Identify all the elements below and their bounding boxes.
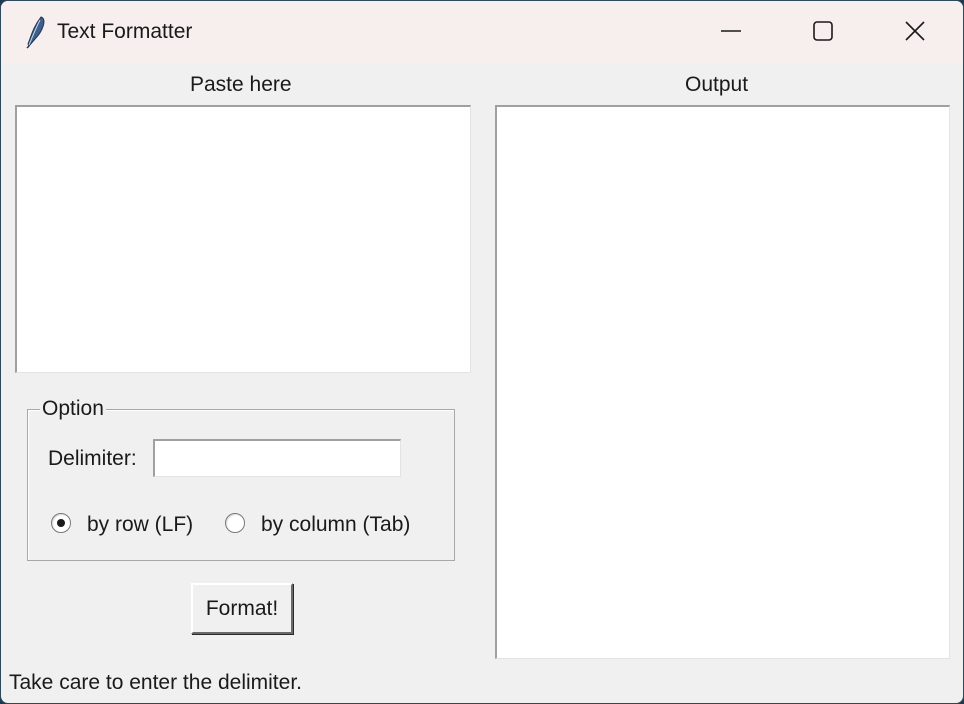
format-button[interactable]: Format! (191, 583, 293, 634)
delimiter-label: Delimiter: (48, 447, 137, 470)
delimiter-input[interactable] (153, 439, 401, 477)
maximize-icon (813, 21, 833, 41)
option-group (27, 409, 455, 561)
app-window: Text Formatter Paste here Output Option … (0, 0, 964, 704)
radio-by-row-label[interactable]: by row (LF) (87, 513, 193, 537)
window-title: Text Formatter (57, 20, 193, 43)
output-label: Output (685, 73, 749, 96)
radio-by-row[interactable] (51, 513, 71, 533)
paste-textarea[interactable] (15, 105, 471, 373)
status-text: Take care to enter the delimiter. (9, 671, 302, 694)
title-bar[interactable]: Text Formatter (1, 1, 963, 63)
option-legend: Option (40, 397, 106, 421)
minimize-button[interactable] (685, 1, 777, 63)
close-button[interactable] (869, 1, 961, 63)
radio-by-column[interactable] (225, 513, 245, 533)
minimize-icon (721, 30, 741, 32)
feather-icon (26, 16, 45, 49)
radio-by-column-label[interactable]: by column (Tab) (261, 513, 410, 537)
close-icon (905, 21, 925, 41)
input-label: Paste here (190, 73, 292, 96)
output-textarea[interactable] (495, 105, 950, 659)
radio-selected-dot (57, 519, 65, 527)
maximize-button[interactable] (777, 1, 869, 63)
